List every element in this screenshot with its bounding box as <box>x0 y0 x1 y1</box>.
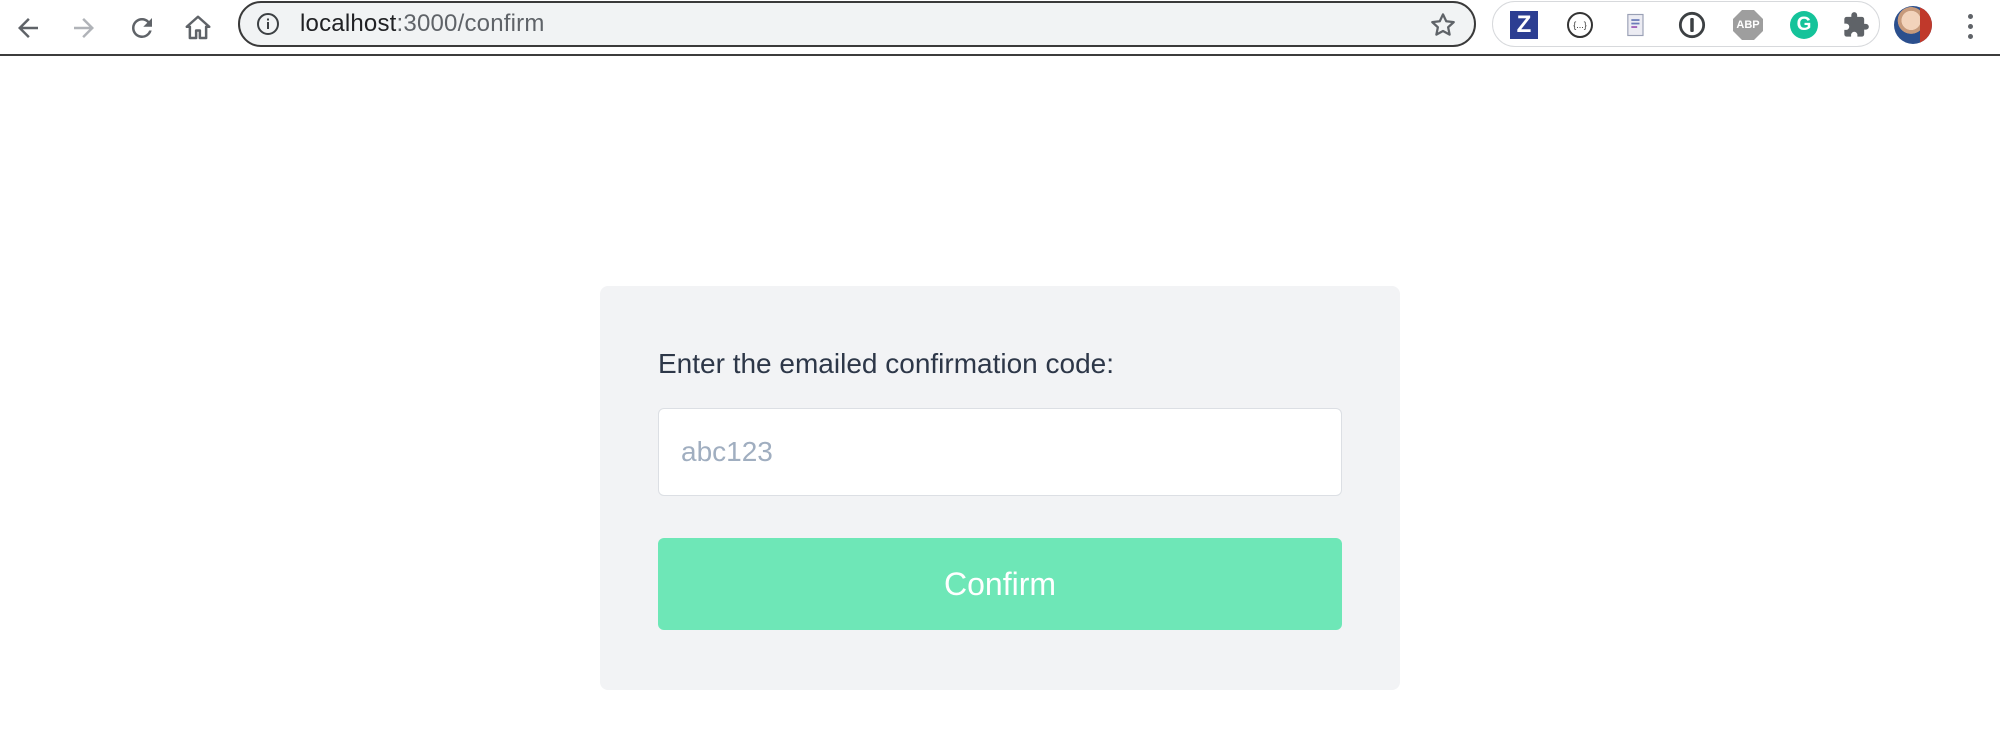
document-extension[interactable] <box>1617 6 1655 44</box>
three-dots-vertical-icon <box>1967 23 1973 29</box>
three-dots-vertical-icon <box>1967 33 1973 39</box>
1password-icon <box>1678 11 1706 39</box>
arrow-left-icon <box>18 18 38 38</box>
arrow-right-icon <box>74 18 94 38</box>
confirm-code-label: Enter the emailed confirmation code: <box>658 348 1115 379</box>
profile-avatar[interactable] <box>1894 6 1932 44</box>
adblock-plus-icon: ABP <box>1733 10 1763 40</box>
document-icon <box>1627 13 1644 37</box>
forward-button[interactable] <box>60 4 108 52</box>
confirm-button[interactable]: Confirm <box>658 538 1342 630</box>
zotero-glyph: Z <box>1516 11 1532 38</box>
info-circle-icon[interactable] <box>256 12 280 36</box>
adblock-plus-extension[interactable]: ABP <box>1729 6 1767 44</box>
reload-button[interactable] <box>118 4 166 52</box>
address-bar[interactable]: localhost:3000/confirm <box>238 1 1476 47</box>
confirm-card: Enter the emailed confirmation code: Con… <box>600 286 1400 690</box>
zotero-extension[interactable]: Z <box>1505 6 1543 44</box>
confirmation-code-input[interactable] <box>658 408 1342 496</box>
home-icon <box>185 15 211 40</box>
adblock-plus-glyph: ABP <box>1736 19 1760 31</box>
grammarly-extension[interactable]: G <box>1785 6 1823 44</box>
1password-extension[interactable] <box>1673 6 1711 44</box>
home-button[interactable] <box>174 4 222 52</box>
grammarly-glyph: G <box>1796 14 1812 35</box>
puzzle-icon <box>1844 12 1869 37</box>
json-viewer-extension[interactable]: {...} <box>1561 6 1599 44</box>
reload-icon <box>132 17 152 38</box>
browser-menu-button[interactable] <box>1952 6 1988 46</box>
back-button[interactable] <box>4 4 52 52</box>
url-host: localhost <box>300 10 397 37</box>
browser-toolbar: localhost:3000/confirm Z {...} ABP G <box>0 0 2000 56</box>
three-dots-vertical-icon <box>1967 13 1973 19</box>
json-viewer-glyph: {...} <box>1573 20 1587 30</box>
extensions-puzzle[interactable] <box>1837 6 1875 44</box>
url-text[interactable]: localhost:3000/confirm <box>300 3 545 45</box>
json-viewer-icon: {...} <box>1567 12 1593 38</box>
zotero-icon: Z <box>1510 11 1538 39</box>
grammarly-icon: G <box>1790 11 1818 39</box>
url-path: :3000/confirm <box>396 10 545 37</box>
star-icon[interactable] <box>1428 10 1458 40</box>
extensions-bar: Z {...} ABP G <box>1492 1 1880 47</box>
